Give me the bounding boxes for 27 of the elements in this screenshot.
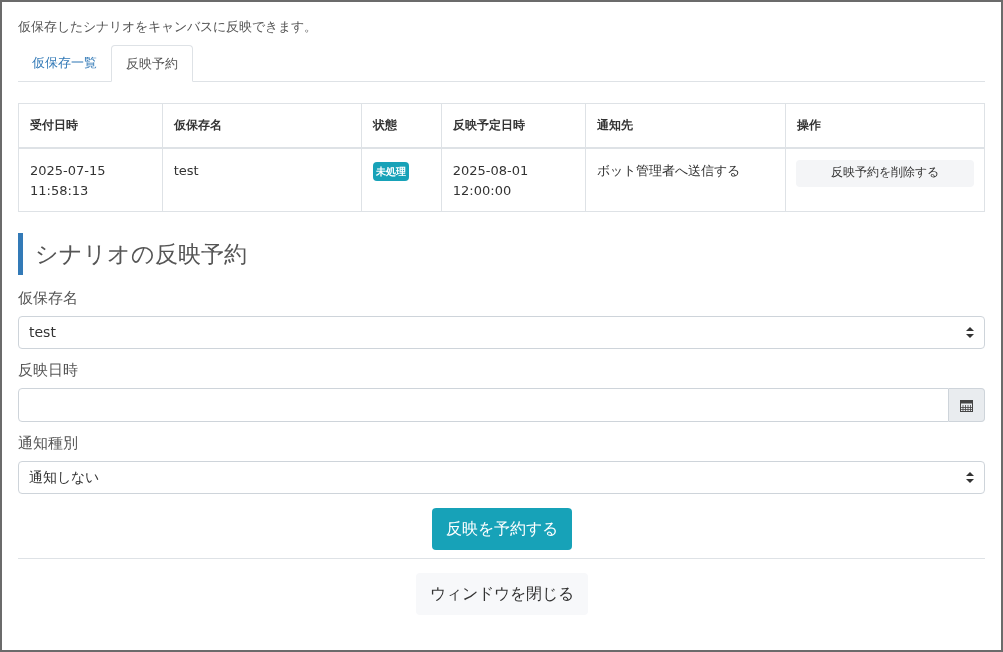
- column-header: 受付日時: [18, 103, 163, 148]
- table-cell: test: [162, 147, 362, 212]
- column-header: 反映予定日時: [441, 103, 586, 148]
- status-badge: 未処理: [373, 161, 409, 181]
- column-header: 仮保存名: [162, 103, 362, 148]
- table-cell: 2025-07-15 11:58:13: [18, 147, 163, 212]
- tab[interactable]: 反映予約: [111, 45, 193, 82]
- select-field[interactable]: test: [18, 316, 985, 349]
- section-heading: シナリオの反映予約: [18, 233, 985, 275]
- select-field[interactable]: 通知しない: [18, 461, 985, 494]
- calendar-button[interactable]: [949, 388, 985, 422]
- column-header: 通知先: [586, 103, 786, 148]
- tab[interactable]: 仮保存一覧: [18, 45, 111, 81]
- field-label: 仮保存名: [18, 288, 79, 309]
- select-arrows-icon: [966, 472, 974, 483]
- column-header: 状態: [361, 103, 442, 148]
- select-arrows-icon: [966, 327, 974, 338]
- calendar-icon: [960, 398, 973, 412]
- date-input-field[interactable]: [18, 388, 949, 422]
- intro-text: 仮保存したシナリオをキャンバスに反映できます。: [18, 18, 318, 36]
- table-cell: 2025-08-01 12:00:00: [441, 147, 586, 212]
- delete-reservation-button[interactable]: 反映予約を削除する: [795, 159, 974, 187]
- column-header: 操作: [785, 103, 985, 148]
- close-window-button[interactable]: ウィンドウを閉じる: [415, 573, 588, 615]
- field-label: 通知種別: [18, 433, 79, 454]
- table-cell: ボット管理者へ送信する: [586, 147, 786, 212]
- field-label: 反映日時: [18, 360, 79, 381]
